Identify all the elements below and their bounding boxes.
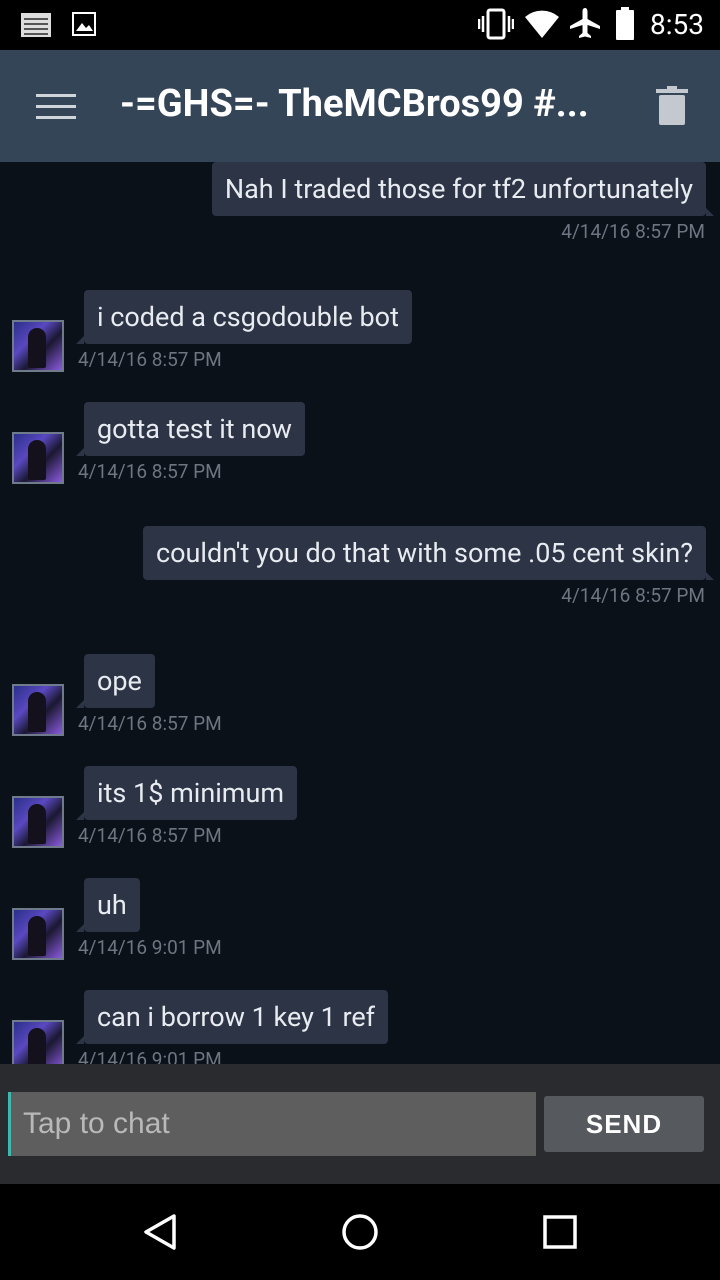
image-icon <box>72 12 96 36</box>
message-bubble[interactable]: uh <box>76 878 140 932</box>
recents-icon[interactable] <box>542 1212 578 1252</box>
app-bar: -=GHS=- TheMCBros99 #... <box>0 50 720 162</box>
message-bubble[interactable]: Nah I traded those for tf2 unfortunately <box>211 162 715 216</box>
message-bubble[interactable]: i coded a csgodouble bot <box>76 290 412 344</box>
chat-history[interactable]: Nah I traded those for tf2 unfortunately… <box>0 162 720 1064</box>
message-timestamp: 4/14/16 8:57 PM <box>561 584 705 607</box>
message-timestamp: 4/14/16 8:57 PM <box>561 220 705 243</box>
wifi-icon <box>525 10 559 38</box>
message-bubble[interactable]: ope <box>76 654 155 708</box>
composer: SEND <box>0 1064 720 1184</box>
status-bar: 8:53 <box>0 0 720 50</box>
airplane-icon <box>570 8 600 38</box>
notification-icon <box>21 13 51 37</box>
message-bubble[interactable]: couldn't you do that with some .05 cent … <box>143 526 714 580</box>
chat-input[interactable] <box>8 1092 536 1156</box>
avatar[interactable] <box>12 908 64 960</box>
message-timestamp: 4/14/16 9:01 PM <box>78 1048 222 1064</box>
message-bubble[interactable]: gotta test it now <box>76 402 305 456</box>
vibrate-icon <box>478 8 514 40</box>
status-time: 8:53 <box>650 8 704 41</box>
message-timestamp: 4/14/16 8:57 PM <box>78 348 222 371</box>
nav-bar <box>0 1184 720 1280</box>
message-bubble[interactable]: can i borrow 1 key 1 ref <box>75 990 389 1044</box>
home-icon[interactable] <box>340 1212 380 1252</box>
avatar[interactable] <box>12 796 64 848</box>
message-timestamp: 4/14/16 8:57 PM <box>78 460 222 483</box>
trash-icon[interactable] <box>656 86 688 126</box>
battery-icon <box>616 7 634 40</box>
send-button[interactable]: SEND <box>544 1096 704 1152</box>
avatar[interactable] <box>12 432 64 484</box>
menu-icon[interactable] <box>36 94 76 120</box>
message-timestamp: 4/14/16 8:57 PM <box>78 824 222 847</box>
back-icon[interactable] <box>140 1212 180 1252</box>
chat-title: -=GHS=- TheMCBros99 #... <box>120 82 589 126</box>
message-bubble[interactable]: its 1$ minimum <box>75 766 298 820</box>
avatar[interactable] <box>12 320 64 372</box>
avatar[interactable] <box>12 1020 64 1064</box>
avatar[interactable] <box>12 684 64 736</box>
message-timestamp: 4/14/16 8:57 PM <box>78 712 222 735</box>
message-timestamp: 4/14/16 9:01 PM <box>78 936 222 959</box>
